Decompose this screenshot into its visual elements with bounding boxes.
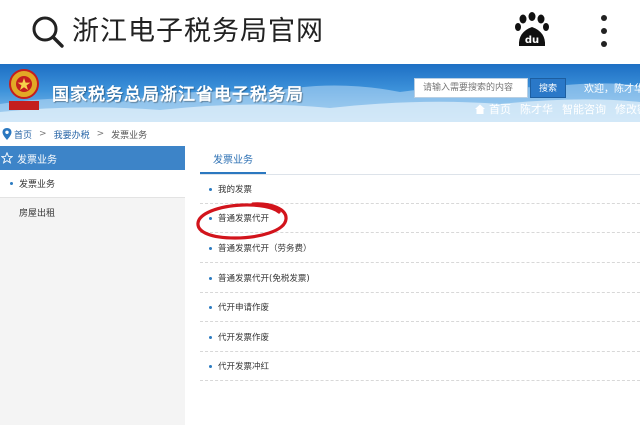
header-nav: 首页 陈才华 智能咨询 修改密码	[474, 101, 640, 117]
browser-top-bar: 浙江电子税务局官网 du	[0, 0, 640, 64]
more-menu-icon[interactable]	[598, 12, 610, 52]
list-item-general-invoice-labor[interactable]: 普通发票代开（劳务费）	[200, 234, 640, 263]
breadcrumb-separator: >	[96, 129, 105, 139]
breadcrumb: 首页 > 我要办税 > 发票业务	[0, 122, 640, 146]
sidebar-header-label: 发票业务	[17, 154, 57, 166]
nav-change-password-link[interactable]: 修改密码	[615, 101, 640, 117]
address-bar-text[interactable]: 浙江电子税务局官网	[72, 12, 324, 52]
site-header-banner: 国家税务总局浙江省电子税务局 请输入需要搜索的内容 搜索 欢迎，陈才华 首页 陈…	[0, 64, 640, 122]
svg-text:du: du	[525, 35, 539, 46]
list-item-general-invoice-issue[interactable]: 普通发票代开	[200, 204, 640, 233]
nav-user-link[interactable]: 陈才华	[520, 101, 553, 117]
baidu-paw-icon[interactable]: du	[514, 12, 550, 50]
left-sidebar: 发票业务 发票业务 房屋出租	[0, 146, 185, 425]
sidebar-item-house-rental[interactable]: 房屋出租	[0, 198, 185, 226]
bullet-icon	[209, 246, 212, 250]
search-icon[interactable]	[30, 14, 66, 50]
site-search-button[interactable]: 搜索	[530, 78, 566, 98]
bullet-icon	[10, 182, 13, 185]
bullet-icon	[209, 276, 212, 280]
breadcrumb-current: 发票业务	[111, 130, 148, 141]
site-search-input[interactable]: 请输入需要搜索的内容	[414, 78, 528, 98]
home-icon[interactable]	[474, 103, 486, 115]
list-item-label: 普通发票代开	[218, 214, 270, 224]
list-item-invoice-reversal[interactable]: 代开发票冲红	[200, 352, 640, 381]
nav-smart-consult-link[interactable]: 智能咨询	[562, 101, 606, 117]
tab-invoice-business[interactable]: 发票业务	[200, 150, 266, 174]
welcome-text: 欢迎，陈才华	[584, 84, 640, 95]
list-item-label: 代开发票作废	[218, 333, 270, 343]
bullet-icon	[209, 364, 212, 368]
breadcrumb-home[interactable]: 首页	[14, 128, 32, 141]
bullet-icon	[209, 305, 212, 309]
breadcrumb-separator: >	[39, 129, 47, 139]
list-item-general-invoice-taxfree[interactable]: 普通发票代开(免税发票)	[200, 264, 640, 293]
list-item-label: 代开申请作废	[218, 303, 270, 313]
main-content: 发票业务 我的发票 普通发票代开 普通发票代开（劳务费） 普通发票代开(免税发票…	[200, 146, 640, 425]
breadcrumb-section[interactable]: 我要办税	[54, 128, 90, 141]
list-item-label: 代开发票冲红	[218, 362, 270, 372]
sidebar-item-label: 房屋出租	[19, 208, 56, 219]
sidebar-item-label: 发票业务	[19, 180, 56, 190]
list-item-label: 我的发票	[218, 185, 253, 195]
site-title: 国家税务总局浙江省电子税务局	[52, 85, 304, 105]
bullet-icon	[209, 335, 212, 339]
list-item-label: 普通发票代开(免税发票)	[218, 274, 310, 284]
list-item-label: 普通发票代开（劳务费）	[218, 244, 312, 254]
star-icon	[1, 152, 13, 164]
list-item-void-invoice[interactable]: 代开发票作废	[200, 323, 640, 352]
list-item-my-invoices[interactable]: 我的发票	[200, 175, 640, 204]
bullet-icon	[209, 216, 212, 220]
list-item-void-application[interactable]: 代开申请作废	[200, 293, 640, 322]
sidebar-item-invoice[interactable]: 发票业务	[0, 170, 185, 198]
sidebar-header[interactable]: 发票业务	[0, 146, 185, 170]
location-pin-icon	[2, 128, 12, 140]
nav-home-link[interactable]: 首页	[489, 101, 511, 117]
bullet-icon	[209, 187, 212, 191]
tax-emblem-logo	[9, 69, 39, 110]
